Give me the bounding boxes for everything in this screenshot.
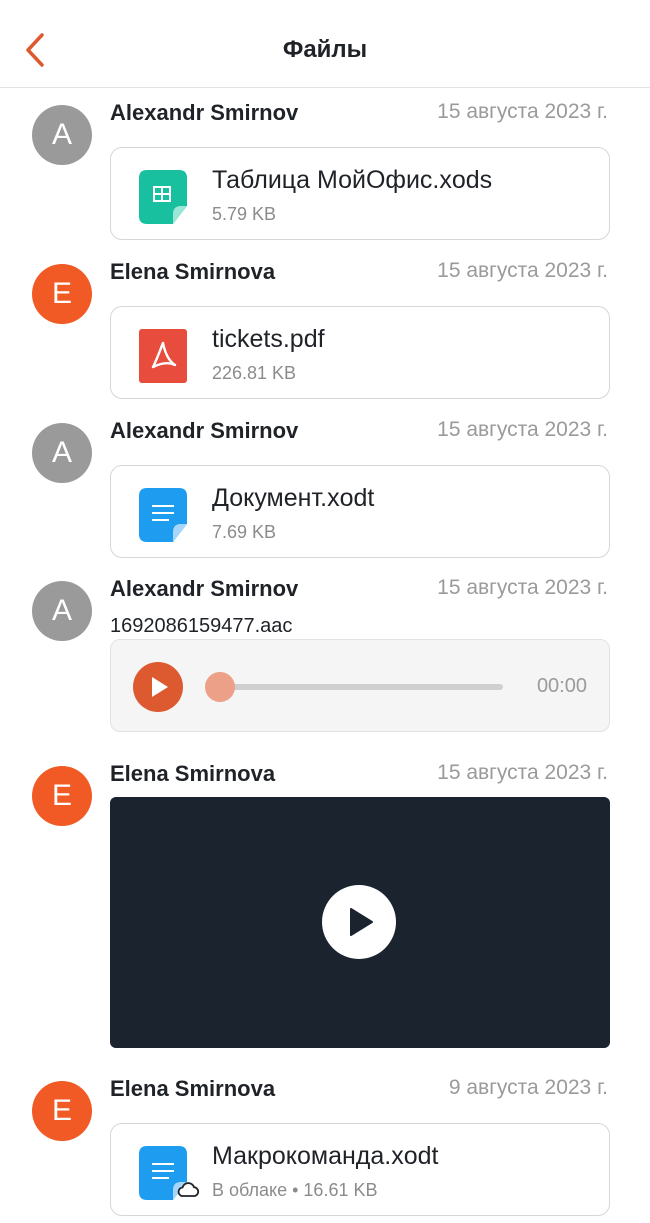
- audio-progress-track[interactable]: [219, 684, 503, 690]
- pdf-file-icon: [139, 329, 187, 383]
- audio-play-button[interactable]: [133, 662, 183, 712]
- message-date: 15 августа 2023 г.: [437, 576, 608, 599]
- author-name: Alexandr Smirnov: [110, 418, 299, 443]
- author-name: Elena Smirnova: [110, 1076, 276, 1101]
- file-attachment[interactable]: tickets.pdf 226.81 KB: [110, 306, 610, 399]
- page-title: Файлы: [282, 36, 368, 63]
- file-size: 7.69 KB: [212, 522, 277, 542]
- author-name: Elena Smirnova: [110, 259, 276, 284]
- author-name: Elena Smirnova: [110, 761, 276, 786]
- avatar[interactable]: E: [32, 264, 92, 324]
- avatar[interactable]: E: [32, 766, 92, 826]
- message-date: 15 августа 2023 г.: [437, 761, 608, 784]
- avatar[interactable]: A: [32, 423, 92, 483]
- author-name: Alexandr Smirnov: [110, 576, 299, 601]
- file-name: tickets.pdf: [212, 325, 325, 353]
- video-play-button[interactable]: [322, 885, 396, 959]
- file-size: 226.81 KB: [212, 363, 297, 383]
- cloud-icon: [175, 1179, 201, 1199]
- spreadsheet-file-icon: [139, 170, 187, 224]
- file-name: Макрокоманда.xodt: [212, 1142, 439, 1170]
- message-date: 15 августа 2023 г.: [437, 418, 608, 441]
- file-attachment[interactable]: Таблица МойОфис.xods 5.79 KB: [110, 147, 610, 240]
- file-name: Таблица МойОфис.xods: [212, 166, 493, 194]
- text-document-file-icon: [139, 1146, 200, 1200]
- author-name: Alexandr Smirnov: [110, 100, 299, 125]
- play-icon: [152, 677, 168, 697]
- avatar[interactable]: A: [32, 581, 92, 641]
- avatar[interactable]: E: [32, 1081, 92, 1141]
- file-size: В облаке • 16.61 KB: [212, 1180, 378, 1200]
- file-name: Документ.xodt: [212, 484, 375, 512]
- video-attachment[interactable]: [110, 797, 610, 1048]
- avatar[interactable]: A: [32, 105, 92, 165]
- message-date: 9 августа 2023 г.: [448, 1076, 608, 1099]
- audio-time: 00:00: [536, 675, 587, 697]
- message-date: 15 августа 2023 г.: [437, 100, 608, 123]
- audio-file-name: 1692086159477.aac: [110, 615, 293, 637]
- file-size: 5.79 KB: [212, 204, 277, 224]
- audio-player: 00:00: [110, 639, 610, 732]
- file-attachment[interactable]: Документ.xodt 7.69 KB: [110, 465, 610, 558]
- message-date: 15 августа 2023 г.: [437, 259, 608, 282]
- file-attachment[interactable]: Макрокоманда.xodt В облаке • 16.61 KB: [110, 1123, 610, 1216]
- top-bar: Файлы: [0, 0, 650, 88]
- play-icon: [350, 908, 373, 936]
- audio-scrubber-handle[interactable]: [205, 672, 235, 702]
- text-document-file-icon: [139, 488, 187, 542]
